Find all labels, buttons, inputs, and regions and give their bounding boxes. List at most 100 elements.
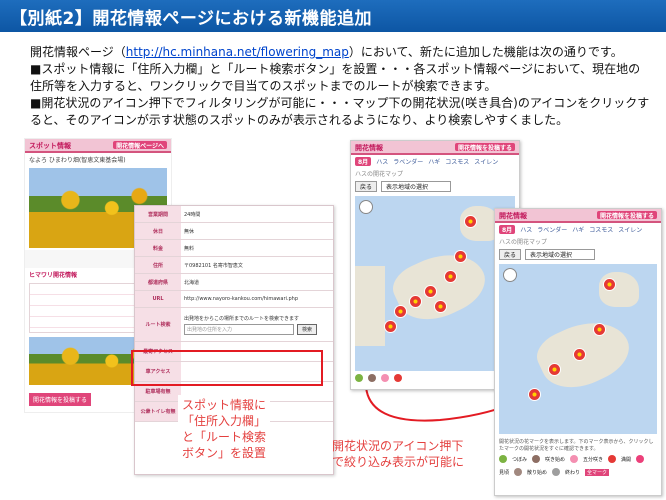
post-button[interactable]: 開花情報を投稿する xyxy=(29,393,92,406)
land-honshu xyxy=(386,239,494,333)
callout-left-line-1: スポット情報に xyxy=(182,398,267,412)
tab-hagi[interactable]: ハギ xyxy=(428,157,440,166)
callout-left-line-3: と「ルート検索 xyxy=(182,430,267,444)
route-search-highlight xyxy=(131,350,323,386)
flower-icon[interactable] xyxy=(425,286,436,297)
point-1: ■スポット情報に「住所入力欄」と「ルート検索ボタン」を設置・・・各スポット情報ペ… xyxy=(30,62,641,93)
back-button[interactable]: 戻る xyxy=(355,181,378,192)
form-row-label: 公衆トイレ有無 xyxy=(135,402,181,421)
form-row-label: 都道府県 xyxy=(135,274,181,290)
flower-icon[interactable] xyxy=(395,306,406,317)
bud-icon[interactable] xyxy=(499,455,507,463)
description: 開花情報ページ（http://hc.minhana.net/flowering_… xyxy=(30,44,650,129)
falling-icon[interactable] xyxy=(514,468,523,476)
route-search-button[interactable]: 検索 xyxy=(297,323,318,335)
form-row-label: URL xyxy=(135,291,181,307)
route-search-row: ルート検索 出発地をからこの場所までのルートを検索できます 出発地の住所を入力 … xyxy=(135,308,333,342)
flower-icon[interactable] xyxy=(594,324,605,335)
form-row-value: 北海道 xyxy=(184,279,200,286)
spot-info-header: スポット情報 開花情報ページへ xyxy=(25,139,171,153)
flower-icon[interactable] xyxy=(435,301,446,312)
flower-icon[interactable] xyxy=(465,216,476,227)
form-row: 営業期間 24時間 xyxy=(135,206,333,223)
post-flower-button[interactable]: 開花情報を投稿する xyxy=(454,143,515,152)
tab-cosmos[interactable]: コスモス xyxy=(445,157,469,166)
post-flower-button[interactable]: 開花情報を投稿する xyxy=(596,211,657,220)
current-flower: ハス xyxy=(376,159,389,166)
form-row-value: 24時間 xyxy=(184,211,201,218)
route-search-hint: 出発地をからこの場所までのルートを検索できます xyxy=(184,315,300,322)
form-row-value: 無休 xyxy=(184,228,195,235)
callout-right-line-2: で絞り込み表示が可能に xyxy=(332,455,465,469)
form-row-label: 料金 xyxy=(135,240,181,256)
map-label: ハスの開花マップ xyxy=(355,171,404,178)
legend-text: 開花状況の花マークを表示します。下のマーク表示から、クリックしたマークの開花状況… xyxy=(499,439,654,452)
tab-lavender[interactable]: ラベンダー xyxy=(393,157,423,166)
legend-label: 五分咲き xyxy=(583,456,604,463)
flower-icon[interactable] xyxy=(549,364,560,375)
land-korea xyxy=(355,266,385,346)
all-marks-button[interactable]: 全マーク xyxy=(585,468,610,476)
form-row: 都道府県 北海道 xyxy=(135,274,333,291)
region-select[interactable]: 表示地域の選択 xyxy=(525,249,596,260)
flower-icon[interactable] xyxy=(529,389,540,400)
form-row: URL http://www.nayoro-kankou.com/himawari… xyxy=(135,291,333,308)
map-label: ハスの開花マップ xyxy=(499,239,548,246)
japan-map[interactable] xyxy=(355,196,515,371)
form-row-label: 住所 xyxy=(135,257,181,273)
route-search-cell: 出発地をからこの場所までのルートを検索できます 出発地の住所を入力 検索 xyxy=(181,308,333,341)
tab-cosmos[interactable]: コスモス xyxy=(589,225,613,234)
peak-icon[interactable] xyxy=(636,455,645,463)
point-2: ■開花状況のアイコン押下でフィルタリングが可能に・・・マップ下の開花状況(咲き具… xyxy=(30,96,650,127)
land-hokkaido xyxy=(599,272,639,307)
map-header: 開花情報 開花情報を投稿する xyxy=(495,209,661,223)
tab-hagi[interactable]: ハギ xyxy=(572,225,584,234)
flowering-map-screenshot-bottom: 開花情報 開花情報を投稿する 8月 ハス ラベンダー ハギ コスモス スイレン … xyxy=(494,208,662,496)
callout-left-line-4: ボタン」を設置 xyxy=(182,446,267,460)
current-flower: ハス xyxy=(520,227,533,234)
japan-map-filtered[interactable] xyxy=(499,264,657,434)
region-select[interactable]: 表示地域の選択 xyxy=(381,181,452,192)
zoom-control[interactable] xyxy=(359,200,373,214)
spot-info-title: スポット情報 xyxy=(29,142,71,150)
flower-icon[interactable] xyxy=(574,349,585,360)
legend-label: 咲き始め xyxy=(545,456,566,463)
slide-title: 【別紙2】開花情報ページにおける新機能追加 xyxy=(0,0,666,32)
flowering-map-link[interactable]: http://hc.minhana.net/flowering_map xyxy=(126,45,349,59)
flower-tabs: 8月 ハス ラベンダー ハギ コスモス スイレン xyxy=(351,155,519,168)
legend-label: 見頃 xyxy=(499,469,510,476)
route-search-label: ルート検索 xyxy=(135,308,181,341)
legend-icons-bottom: つぼみ 咲き始め 五分咲き 満開 見頃 散り始め 終わり 全マーク xyxy=(495,454,661,477)
back-button[interactable]: 戻る xyxy=(499,249,522,260)
form-row: 休日 無休 xyxy=(135,223,333,240)
full-bloom-icon[interactable] xyxy=(608,455,617,463)
bloom-start-icon[interactable] xyxy=(532,455,541,463)
flower-icon[interactable] xyxy=(445,271,456,282)
flower-icon[interactable] xyxy=(455,251,466,262)
tab-lavender[interactable]: ラベンダー xyxy=(537,225,567,234)
full-bloom-icon[interactable] xyxy=(394,374,402,382)
callout-filter: 開花状況のアイコン押下 で絞り込み表示が可能に xyxy=(332,438,464,470)
map-header-title: 開花情報 xyxy=(499,212,527,220)
month-badge: 8月 xyxy=(499,225,516,234)
half-bloom-icon[interactable] xyxy=(381,374,389,382)
legend-label: 満開 xyxy=(621,456,632,463)
map-controls: 戻る 表示地域の選択 xyxy=(351,179,519,194)
flowering-page-button[interactable]: 開花情報ページへ xyxy=(113,141,167,150)
flower-icon[interactable] xyxy=(604,279,615,290)
finished-icon[interactable] xyxy=(552,468,561,476)
bloom-start-icon[interactable] xyxy=(368,374,376,382)
flower-tabs: 8月 ハス ラベンダー ハギ コスモス スイレン xyxy=(495,223,661,236)
flower-icon[interactable] xyxy=(385,321,396,332)
bud-icon[interactable] xyxy=(355,374,363,382)
half-bloom-icon[interactable] xyxy=(570,455,579,463)
tab-suiren[interactable]: スイレン xyxy=(618,225,642,234)
zoom-control[interactable] xyxy=(503,268,517,282)
route-search-controls: 出発地の住所を入力 検索 xyxy=(184,323,318,335)
flower-icon[interactable] xyxy=(410,296,421,307)
map-header-title: 開花情報 xyxy=(355,144,383,152)
start-address-input[interactable]: 出発地の住所を入力 xyxy=(184,323,294,335)
form-row: 住所 〒0982101 名寄市智恵文 xyxy=(135,257,333,274)
intro-before: 開花情報ページ（ xyxy=(30,45,126,59)
tab-suiren[interactable]: スイレン xyxy=(474,157,498,166)
